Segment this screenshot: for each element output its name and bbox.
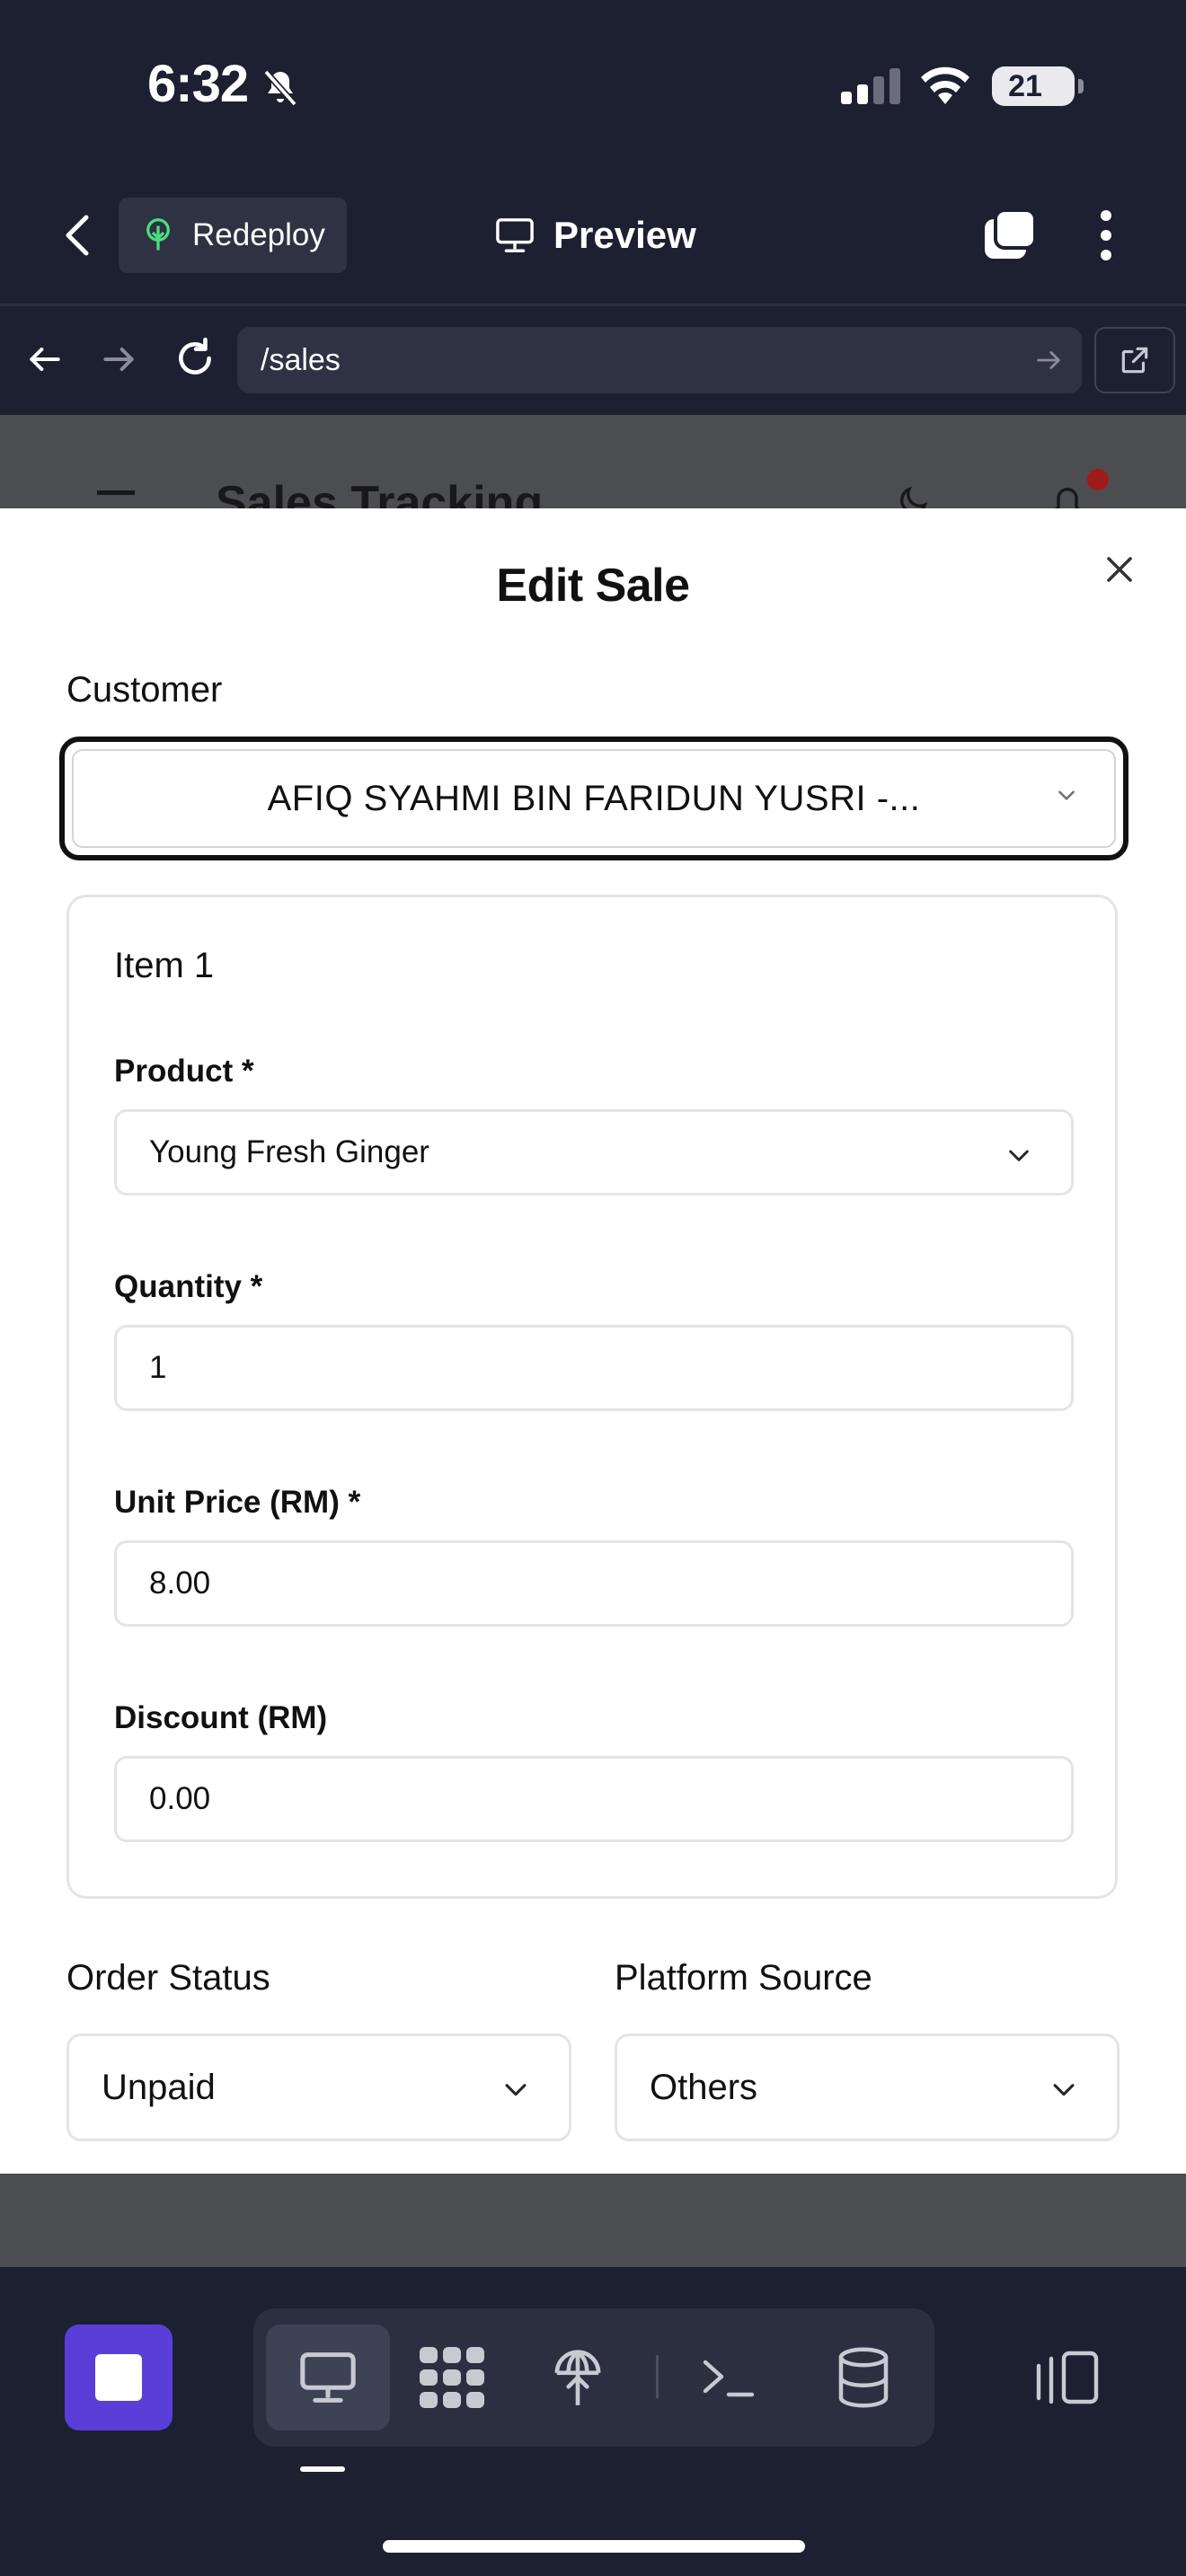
stop-icon xyxy=(95,2354,142,2401)
chevron-down-icon xyxy=(1055,783,1078,807)
wifi-icon xyxy=(918,63,972,106)
monitor-icon xyxy=(297,2350,358,2405)
deploy-tool-button[interactable] xyxy=(519,2325,636,2430)
edit-sale-modal: Edit Sale Customer AFIQ SYAHMI BIN FARID… xyxy=(0,508,1186,2174)
modal-title: Edit Sale xyxy=(496,560,690,612)
preview-label: Preview xyxy=(553,214,696,256)
battery-level: 21 xyxy=(1008,69,1042,103)
database-tool-button[interactable] xyxy=(805,2325,922,2430)
monitor-icon xyxy=(494,216,535,254)
product-select[interactable]: Young Fresh Ginger xyxy=(114,1109,1074,1195)
chevron-down-icon xyxy=(500,2074,531,2104)
customer-value: AFIQ SYAHMI BIN FARIDUN YUSRI -... xyxy=(267,778,921,818)
database-icon xyxy=(836,2346,891,2409)
bell-icon xyxy=(1049,483,1085,508)
redeploy-label: Redeploy xyxy=(192,217,325,252)
platform-source-label: Platform Source xyxy=(615,1958,872,1998)
tool-separator xyxy=(656,2355,659,2398)
discount-label: Discount (RM) xyxy=(114,1700,328,1735)
chevron-down-icon xyxy=(1049,2074,1079,2104)
preview-tool-button[interactable] xyxy=(266,2325,390,2430)
tool-group xyxy=(253,2308,934,2447)
deploy-tree-icon xyxy=(142,217,174,253)
item-title: Item 1 xyxy=(114,946,215,985)
customer-label: Customer xyxy=(66,670,223,710)
status-time: 6:32 xyxy=(147,55,249,113)
quantity-label: Quantity * xyxy=(114,1269,263,1304)
notification-dot xyxy=(1087,469,1109,490)
arrow-right-icon[interactable] xyxy=(99,340,138,379)
back-chevron-icon[interactable] xyxy=(58,210,97,260)
moon-icon xyxy=(895,483,931,508)
app-backdrop-bottom xyxy=(0,2174,1186,2267)
quantity-value: 1 xyxy=(149,1350,167,1385)
product-value: Young Fresh Ginger xyxy=(149,1134,429,1169)
battery-cap xyxy=(1078,79,1084,93)
apps-tool-button[interactable] xyxy=(394,2325,510,2430)
order-status-select[interactable]: Unpaid xyxy=(66,2033,571,2141)
shell-tool-button[interactable] xyxy=(670,2325,787,2430)
item-card: Item 1 Product * Young Fresh Ginger Quan… xyxy=(66,895,1118,1899)
external-link-icon xyxy=(1118,343,1152,377)
discount-value: 0.00 xyxy=(149,1781,211,1816)
app-header-backdrop: Sales Tracking xyxy=(0,415,1186,508)
open-external-button[interactable] xyxy=(1094,327,1175,393)
app-title: Sales Tracking xyxy=(216,477,544,508)
quantity-input[interactable]: 1 xyxy=(114,1325,1074,1411)
bell-slash-icon xyxy=(259,66,302,110)
tabs-icon[interactable] xyxy=(981,207,1039,262)
battery-icon: 21 xyxy=(992,66,1075,106)
unit-price-input[interactable]: 8.00 xyxy=(114,1540,1074,1627)
terminal-icon xyxy=(702,2355,756,2400)
close-icon xyxy=(1103,553,1136,586)
more-vertical-icon[interactable] xyxy=(1094,208,1118,262)
unit-price-label: Unit Price (RM) * xyxy=(114,1485,361,1520)
order-status-label: Order Status xyxy=(66,1958,270,1998)
stop-button[interactable] xyxy=(65,2325,173,2430)
url-text: /sales xyxy=(261,342,341,377)
app-grid-icon xyxy=(418,2345,486,2410)
platform-source-value: Others xyxy=(650,2067,758,2107)
divider xyxy=(0,304,1186,306)
discount-input[interactable]: 0.00 xyxy=(114,1756,1074,1842)
platform-source-select[interactable]: Others xyxy=(615,2033,1120,2141)
order-status-value: Unpaid xyxy=(102,2067,216,2107)
redeploy-button[interactable]: Redeploy xyxy=(119,198,347,273)
preview-tab[interactable]: Preview xyxy=(494,207,696,264)
go-arrow-icon[interactable] xyxy=(1033,345,1064,375)
chevron-down-icon xyxy=(1005,1141,1033,1169)
cellular-signal-icon xyxy=(841,68,900,104)
panel-layout-icon[interactable] xyxy=(1033,2348,1102,2405)
home-indicator[interactable] xyxy=(383,2540,805,2553)
unit-price-value: 8.00 xyxy=(149,1566,211,1601)
deploy-icon xyxy=(550,2345,606,2410)
customer-select[interactable]: AFIQ SYAHMI BIN FARIDUN YUSRI -... xyxy=(59,737,1128,860)
url-input[interactable]: /sales xyxy=(237,327,1082,393)
reload-icon[interactable] xyxy=(173,336,217,381)
close-button[interactable] xyxy=(1093,543,1146,596)
active-tab-indicator xyxy=(300,2466,345,2472)
arrow-left-icon[interactable] xyxy=(25,340,65,379)
product-label: Product * xyxy=(114,1054,254,1089)
menu-icon xyxy=(97,490,135,495)
